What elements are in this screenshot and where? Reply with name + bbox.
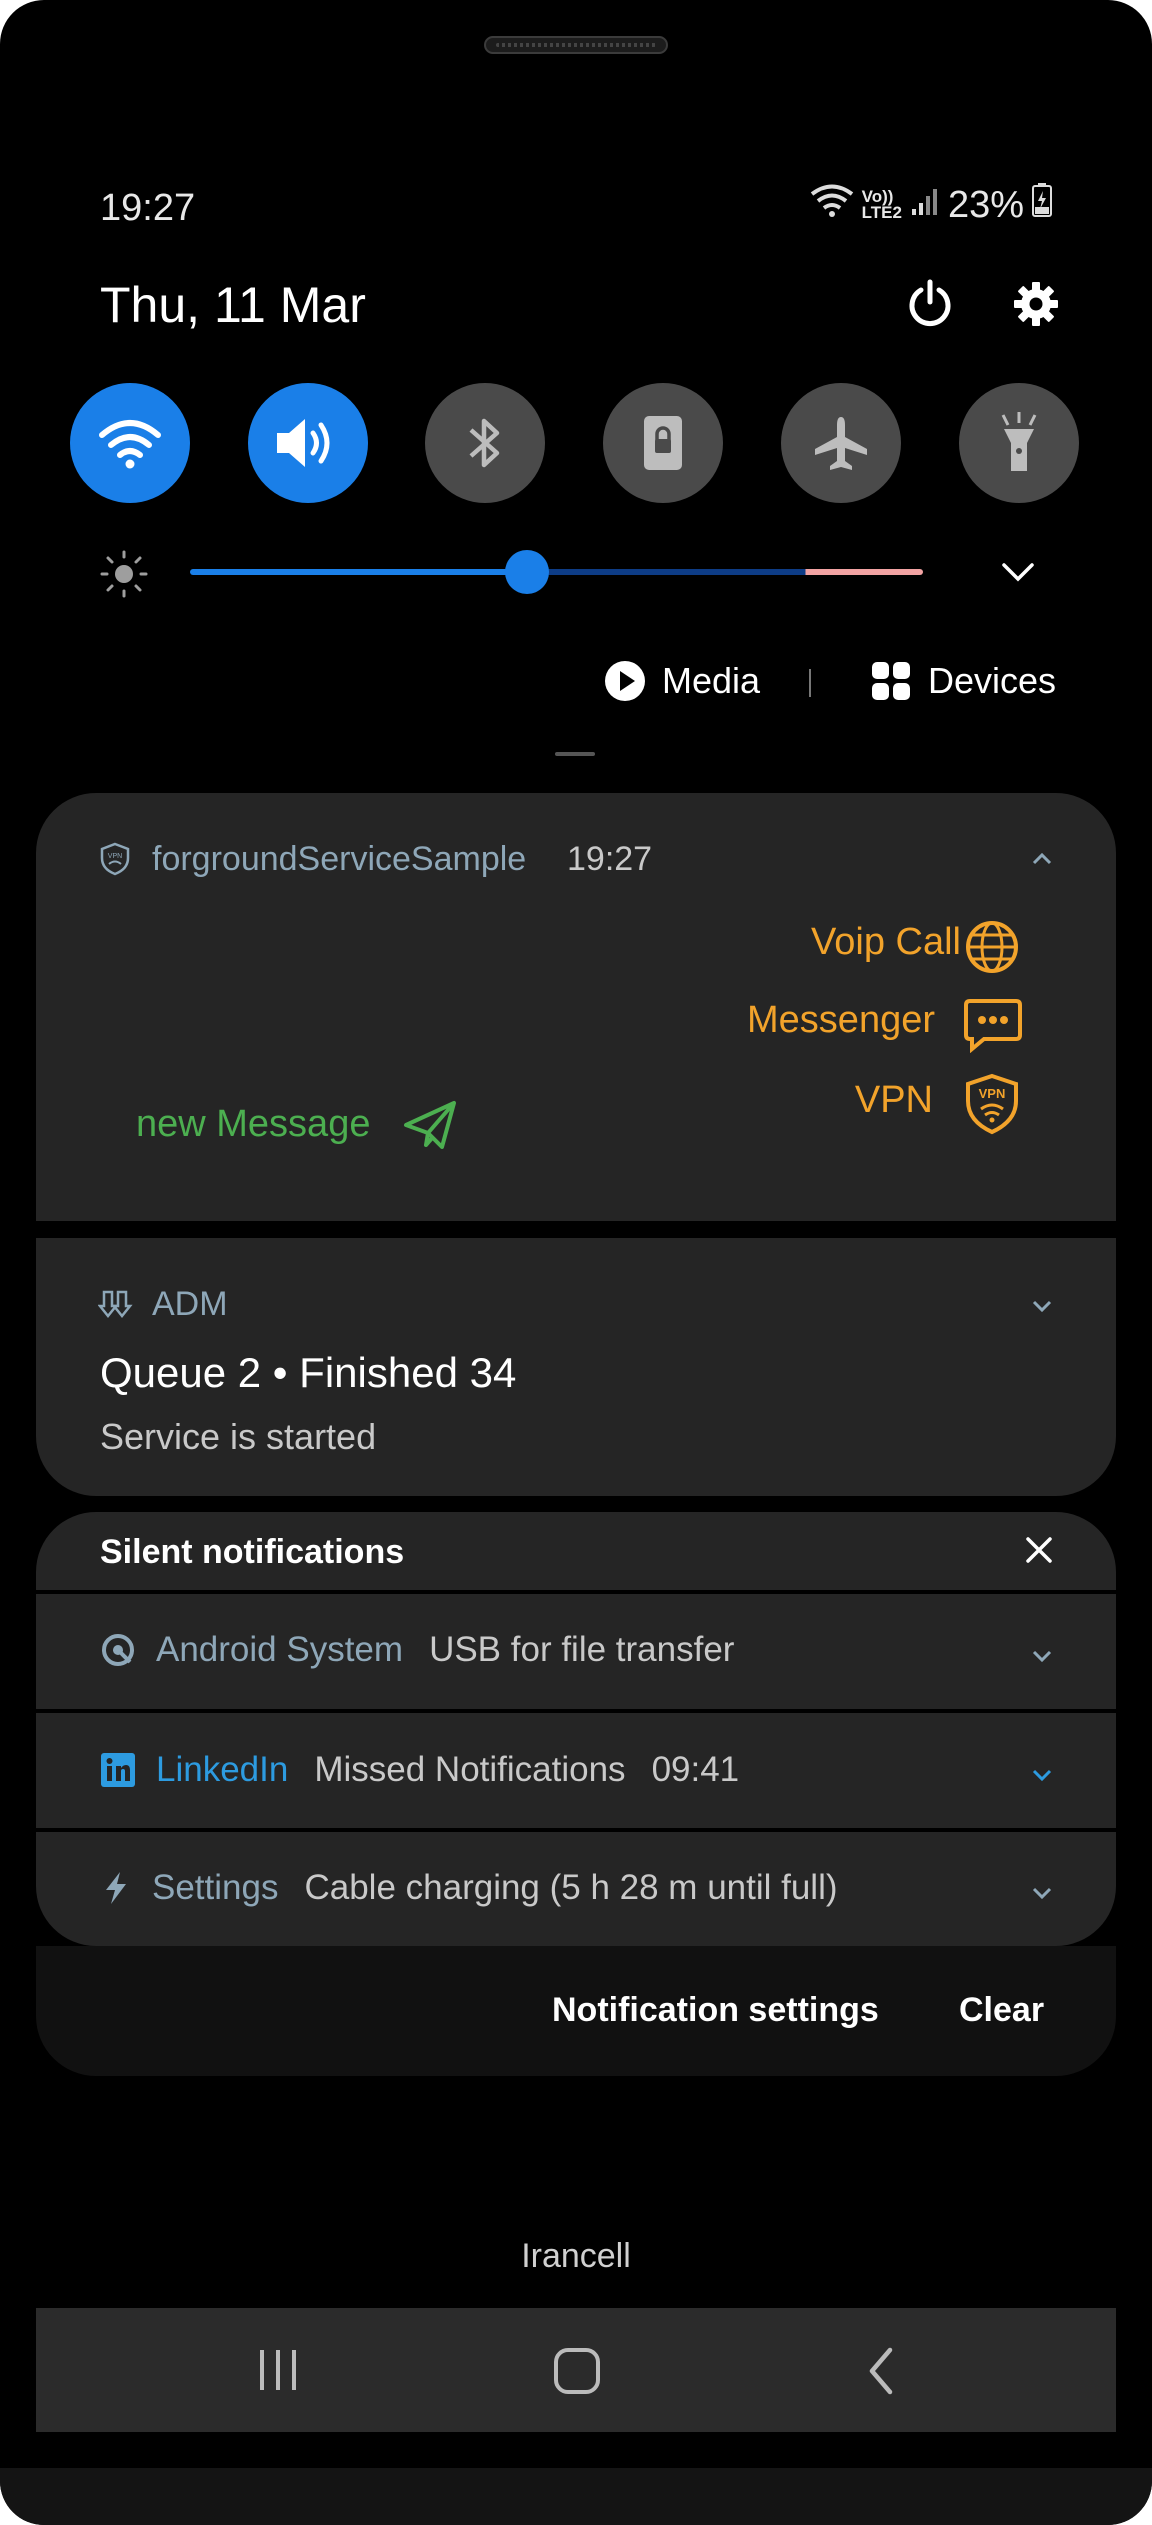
chevron-down-icon [1032,1769,1052,1782]
divider [36,1709,1116,1713]
notification-time: 19:27 [567,840,653,878]
silent-row-settings[interactable]: Settings Cable charging (5 h 28 m until … [100,1868,838,1908]
chevron-down-icon [1032,1650,1052,1663]
close-icon [1026,1537,1052,1563]
row-time: 09:41 [651,1750,740,1789]
chevron-down-icon [1032,1300,1052,1313]
row-app-name: Android System [156,1630,404,1669]
notification-app-name: forgroundServiceSample [152,840,527,878]
phone-frame: 19:27 Vo)) LTE2 23% Thu, 11 Mar Media De… [0,0,1152,2525]
navigation-bar [36,2308,1116,2432]
quick-tile-flashlight[interactable] [959,383,1079,503]
vpn-app-icon: VPN [100,842,130,881]
expand-button[interactable] [1000,560,1036,589]
row-app-name: LinkedIn [156,1750,289,1789]
chevron-down-icon [1032,1887,1052,1900]
wifi-signal-icon [810,183,854,227]
svg-text:VPN: VPN [979,1086,1006,1101]
gear-icon [1014,282,1058,326]
quick-tile-airplane[interactable] [781,383,901,503]
power-button[interactable] [905,278,955,333]
divider [36,1828,1116,1832]
wifi-icon [99,420,161,469]
silent-header: Silent notifications [100,1533,405,1571]
notification-settings-button[interactable]: Notification settings [552,1991,879,2030]
chevron-down-icon [1002,563,1034,582]
vpn-shield-icon: VPN [964,1073,1020,1140]
status-time: 19:27 [100,187,196,229]
bluetooth-icon [469,418,500,468]
adm-app-icon [97,1288,134,1325]
settings-button[interactable] [1012,280,1060,333]
lightning-icon [100,1870,132,1906]
sound-icon [277,419,330,467]
brightness-slider-handle[interactable] [505,550,550,594]
globe-icon [964,917,1020,982]
row-app-name: Settings [152,1868,279,1907]
brightness-slider[interactable] [190,569,923,575]
devices-label: Devices [928,660,1057,701]
play-icon [605,661,645,701]
chevron-up-icon [1032,852,1052,865]
speaker-grill [484,36,668,54]
status-icons: Vo)) LTE2 23% [810,183,1052,227]
carrier-label: Irancell [521,2237,631,2275]
power-icon [909,279,951,327]
brightness-icon [98,548,150,605]
vpn-action[interactable]: VPN [855,1079,933,1122]
cell-signal-icon [910,184,940,227]
quick-tile-portrait-lock[interactable] [603,383,723,503]
svg-text:VPN: VPN [108,853,122,860]
home-icon [554,2348,600,2394]
notification-title: Queue 2 • Finished 34 [100,1349,517,1396]
volte-indicator: Vo)) LTE2 [861,187,902,222]
silent-row-linkedin[interactable]: LinkedIn Missed Notifications 09:41 [100,1750,739,1790]
quick-tile-sound[interactable] [248,383,368,503]
row-text: USB for file transfer [429,1630,735,1669]
chat-icon [962,997,1024,1058]
media-label: Media [662,660,761,701]
notification-adm[interactable]: ADM Queue 2 • Finished 34 Service is sta… [36,1238,1116,1496]
divider [809,669,811,697]
quick-tile-bluetooth[interactable] [425,383,545,503]
back-button[interactable] [862,2346,902,2401]
home-button[interactable] [552,2346,602,2401]
notification-foreground-service[interactable]: VPN forgroundServiceSample 19:27 Voip Ca… [36,793,1116,1221]
recents-button[interactable] [254,2348,304,2397]
quick-tile-wifi[interactable] [70,383,190,503]
silent-row-android-system[interactable]: Android System USB for file transfer [100,1630,734,1670]
battery-charging-icon [1032,183,1052,227]
expand-button[interactable] [1026,1877,1058,1909]
portrait-lock-icon [644,416,682,470]
battery-percent: 23% [947,183,1024,226]
date-label: Thu, 11 Mar [100,277,366,333]
dismiss-silent-button[interactable] [1024,1535,1054,1570]
airplane-icon [815,417,867,470]
messenger-action[interactable]: Messenger [747,999,935,1042]
drag-handle[interactable] [555,752,595,756]
row-text: Cable charging (5 h 28 m until full) [304,1868,838,1907]
device-bottom-bezel [0,2468,1152,2525]
expand-button[interactable] [1026,1759,1058,1791]
row-text: Missed Notifications [314,1750,626,1789]
back-icon [869,2347,893,2395]
devices-button[interactable]: Devices [870,660,1056,702]
clear-button[interactable]: Clear [959,1991,1044,2030]
send-icon [402,1099,458,1156]
notification-app-name: ADM [152,1285,228,1323]
devices-grid-icon [872,662,910,700]
collapse-button[interactable] [1026,843,1058,875]
expand-button[interactable] [1026,1640,1058,1672]
android-system-icon [100,1632,136,1668]
divider [36,1590,1116,1594]
notification-text: Service is started [100,1416,377,1457]
flashlight-icon [1001,412,1037,471]
linkedin-icon [100,1752,136,1788]
expand-button[interactable] [1026,1290,1058,1322]
voip-call-action[interactable]: Voip Call [811,921,961,964]
recents-icon [260,2350,296,2390]
media-button[interactable]: Media [604,660,760,702]
new-message-label[interactable]: new Message [136,1103,370,1146]
